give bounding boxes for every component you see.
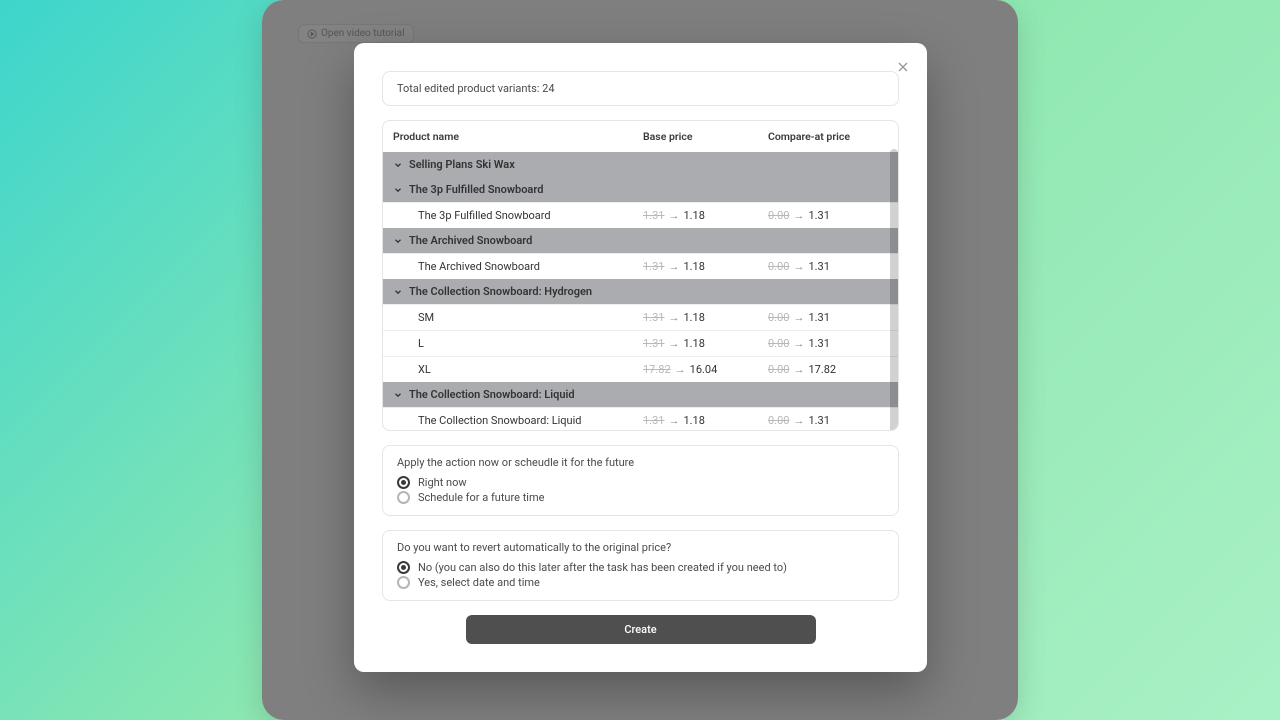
summary-text: Total edited product variants: 24	[397, 82, 555, 95]
close-button[interactable]	[895, 59, 911, 75]
group-title: Selling Plans Ski Wax	[409, 158, 515, 171]
group-header[interactable]: The Collection Snowboard: Hydrogen	[383, 279, 898, 304]
group-header[interactable]: Selling Plans Ski Wax	[383, 152, 898, 177]
table-row: XL17.82→16.04 0.00→17.82	[383, 356, 898, 382]
apply-card: Apply the action now or scheudle it for …	[382, 445, 899, 516]
base-price-change: 1.31→1.18	[643, 414, 705, 427]
table-row: The Collection Snowboard: Liquid1.31→1.1…	[383, 407, 898, 431]
compare-price-change: 0.00→1.31	[768, 260, 830, 273]
group-title: The Collection Snowboard: Hydrogen	[409, 285, 592, 298]
table-scrollbar[interactable]	[890, 149, 898, 431]
apply-schedule-option[interactable]: Schedule for a future time	[397, 490, 884, 505]
radio-icon	[397, 576, 410, 589]
apply-now-label: Right now	[418, 476, 467, 489]
variant-name: SM	[418, 311, 643, 324]
table-header: Product name Base price Compare-at price	[383, 121, 898, 152]
apply-title: Apply the action now or scheudle it for …	[397, 456, 884, 469]
group-title: The Collection Snowboard: Liquid	[409, 388, 575, 401]
compare-price-change: 0.00→1.31	[768, 337, 830, 350]
compare-price-change: 0.00→1.31	[768, 414, 830, 427]
compare-price-change: 0.00→17.82	[768, 363, 836, 376]
summary-card: Total edited product variants: 24	[382, 71, 899, 106]
group-title: The 3p Fulfilled Snowboard	[409, 183, 543, 196]
table-row: SM1.31→1.18 0.00→1.31	[383, 304, 898, 330]
revert-yes-option[interactable]: Yes, select date and time	[397, 575, 884, 590]
revert-card: Do you want to revert automatically to t…	[382, 530, 899, 601]
compare-price-change: 0.00→1.31	[768, 311, 830, 324]
revert-yes-label: Yes, select date and time	[418, 576, 540, 589]
table-row: The 3p Fulfilled Snowboard1.31→1.18 0.00→…	[383, 202, 898, 228]
chevron-down-icon	[393, 236, 403, 246]
col-base-price: Base price	[643, 130, 768, 143]
radio-selected-icon	[397, 561, 410, 574]
close-icon	[895, 59, 911, 75]
price-edit-modal: Total edited product variants: 24 Produc…	[354, 43, 927, 672]
chevron-down-icon	[393, 160, 403, 170]
variant-name: XL	[418, 363, 643, 376]
device-frame: Open video tutorial Total edited product…	[262, 0, 1018, 720]
variant-name: L	[418, 337, 643, 350]
chevron-down-icon	[393, 390, 403, 400]
base-price-change: 1.31→1.18	[643, 260, 705, 273]
revert-no-label: No (you can also do this later after the…	[418, 561, 787, 574]
col-compare-price: Compare-at price	[768, 130, 888, 143]
variant-name: The Collection Snowboard: Liquid	[418, 414, 643, 427]
table-row: L1.31→1.18 0.00→1.31	[383, 330, 898, 356]
revert-title: Do you want to revert automatically to t…	[397, 541, 884, 554]
compare-price-change: 0.00→1.31	[768, 209, 830, 222]
variants-table: Product name Base price Compare-at price…	[382, 120, 899, 431]
base-price-change: 1.31→1.18	[643, 311, 705, 324]
chevron-down-icon	[393, 287, 403, 297]
group-title: The Archived Snowboard	[409, 234, 532, 247]
create-button[interactable]: Create	[466, 615, 816, 644]
radio-icon	[397, 491, 410, 504]
apply-now-option[interactable]: Right now	[397, 475, 884, 490]
apply-schedule-label: Schedule for a future time	[418, 491, 544, 504]
col-product-name: Product name	[393, 130, 643, 143]
base-price-change: 1.31→1.18	[643, 337, 705, 350]
radio-selected-icon	[397, 476, 410, 489]
variant-name: The 3p Fulfilled Snowboard	[418, 209, 643, 222]
variant-name: The Archived Snowboard	[418, 260, 643, 273]
group-header[interactable]: The Archived Snowboard	[383, 228, 898, 253]
chevron-down-icon	[393, 185, 403, 195]
table-row: The Archived Snowboard1.31→1.18 0.00→1.31	[383, 253, 898, 279]
base-price-change: 1.31→1.18	[643, 209, 705, 222]
group-header[interactable]: The 3p Fulfilled Snowboard	[383, 177, 898, 202]
base-price-change: 17.82→16.04	[643, 363, 717, 376]
group-header[interactable]: The Collection Snowboard: Liquid	[383, 382, 898, 407]
revert-no-option[interactable]: No (you can also do this later after the…	[397, 560, 884, 575]
